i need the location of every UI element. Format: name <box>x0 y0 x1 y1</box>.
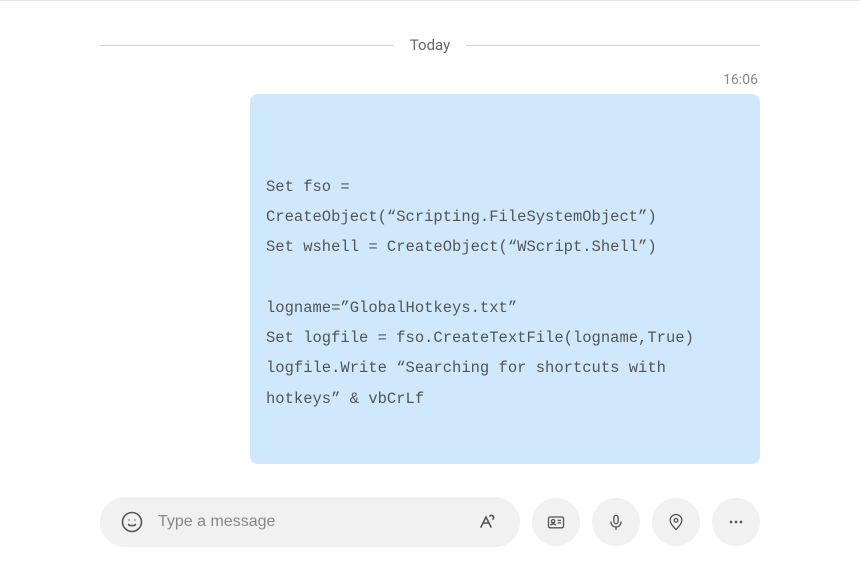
location-button[interactable] <box>652 498 700 546</box>
microphone-button[interactable] <box>592 498 640 546</box>
message-bubble[interactable]: Set fso = CreateObject(“Scripting.FileSy… <box>250 94 760 464</box>
divider-line-left <box>100 45 394 46</box>
date-divider-label: Today <box>394 36 466 54</box>
date-divider: Today <box>100 36 760 54</box>
emoji-icon[interactable] <box>120 510 144 534</box>
input-wrapper <box>100 497 520 547</box>
divider-line-right <box>466 45 760 46</box>
message-container: 16:06 Set fso = CreateObject(“Scripting.… <box>100 72 760 464</box>
contact-card-button[interactable] <box>532 498 580 546</box>
handwriting-icon[interactable] <box>476 510 500 534</box>
chat-area: Today 16:06 Set fso = CreateObject(“Scri… <box>0 0 860 488</box>
top-border <box>0 0 860 1</box>
message-timestamp: 16:06 <box>100 72 760 88</box>
more-button[interactable] <box>712 498 760 546</box>
message-input[interactable] <box>144 497 476 547</box>
composer <box>100 497 760 547</box>
